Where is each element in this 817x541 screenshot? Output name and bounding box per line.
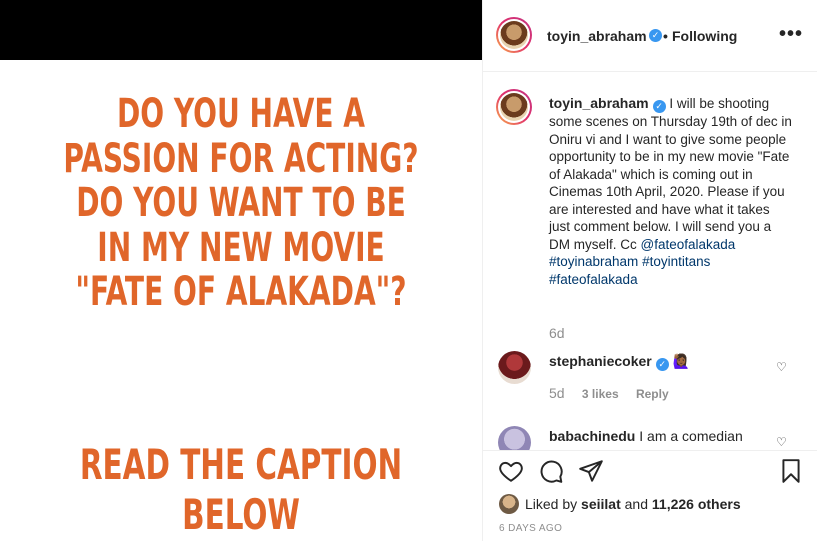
hashtag-link[interactable]: #toyinabraham <box>549 254 638 269</box>
header-separator-dot: • <box>663 28 668 44</box>
comment-meta: 5d 3 likes Reply <box>549 385 683 401</box>
image-call-to-action: READ THE CAPTION BELOW <box>79 440 403 539</box>
post-image[interactable]: DO YOU HAVE A PASSION FOR ACTING? DO YOU… <box>0 0 482 541</box>
reply-button[interactable]: Reply <box>636 387 669 401</box>
liked-by-prefix: Liked by <box>525 496 578 512</box>
caption-username[interactable]: toyin_abraham <box>549 95 649 111</box>
headline-line: IN MY NEW MOVIE <box>97 224 385 271</box>
commenter-username[interactable]: stephaniecoker <box>549 353 652 369</box>
headline-line: DO YOU HAVE A <box>116 91 366 137</box>
more-options-icon[interactable]: ••• <box>779 23 803 46</box>
comment-text: 🙋🏾‍♀️ <box>672 353 691 369</box>
post-header: toyin_abraham ✓ • Following ••• <box>483 0 817 72</box>
liked-by-user-link[interactable]: seiilat <box>581 496 621 512</box>
caption-text-block: toyin_abraham ✓ I will be shooting some s… <box>549 95 794 288</box>
comment-text: I am a comedian <box>639 428 743 444</box>
comment-line: stephaniecoker ✓ 🙋🏾‍♀️ <box>549 353 690 371</box>
verified-badge-icon: ✓ <box>652 100 666 113</box>
caption-body: I will be shooting some scenes on Thursd… <box>549 96 792 252</box>
liked-by-others-link[interactable]: 11,226 others <box>652 496 741 512</box>
like-heart-icon[interactable] <box>498 458 524 484</box>
liker-avatar[interactable] <box>499 494 519 514</box>
hashtag-link[interactable]: #fateofalakada <box>549 272 638 287</box>
liked-by-and: and <box>624 496 648 512</box>
image-top-black-bar <box>0 0 482 60</box>
post-actions-bar: Liked by seiilat and 11,226 others 6 DAY… <box>483 450 817 541</box>
save-bookmark-icon[interactable] <box>778 458 804 484</box>
like-comment-heart-icon[interactable]: ♡ <box>776 360 787 374</box>
share-paper-plane-icon[interactable] <box>578 458 604 484</box>
author-username[interactable]: toyin_abraham <box>547 28 647 44</box>
comment-line: babachinedu I am a comedian <box>549 428 743 444</box>
verified-badge-icon: ✓ <box>649 29 662 42</box>
post-side-panel: toyin_abraham ✓ • Following ••• toyin_ab… <box>482 0 817 541</box>
caption-age[interactable]: 6d <box>549 325 565 341</box>
comment-age[interactable]: 5d <box>549 385 565 401</box>
comment-bubble-icon[interactable] <box>538 458 564 484</box>
hashtag-link[interactable]: #toyintitans <box>642 254 710 269</box>
like-comment-heart-icon[interactable]: ♡ <box>776 435 787 449</box>
caption-author-avatar[interactable] <box>496 89 532 125</box>
caption-mention-link[interactable]: @fateofalakada <box>641 237 736 252</box>
headline-line: "FATE OF ALAKADA"? <box>75 269 407 315</box>
verified-badge-icon: ✓ <box>655 358 669 371</box>
commenter-username[interactable]: babachinedu <box>549 428 635 444</box>
commenter-avatar[interactable] <box>498 351 531 384</box>
author-avatar[interactable] <box>496 17 532 53</box>
following-button[interactable]: Following <box>672 28 737 44</box>
headline-line: PASSION FOR ACTING? <box>63 135 419 182</box>
comment-likes-count[interactable]: 3 likes <box>582 387 619 401</box>
headline-line: DO YOU WANT TO BE <box>76 180 406 226</box>
commenter-avatar[interactable] <box>498 426 531 450</box>
post-timestamp[interactable]: 6 DAYS AGO <box>499 523 562 534</box>
image-headline: DO YOU HAVE A PASSION FOR ACTING? DO YOU… <box>53 92 429 315</box>
likes-summary: Liked by seiilat and 11,226 others <box>499 494 741 514</box>
comments-section[interactable]: toyin_abraham ✓ I will be shooting some s… <box>483 73 817 450</box>
